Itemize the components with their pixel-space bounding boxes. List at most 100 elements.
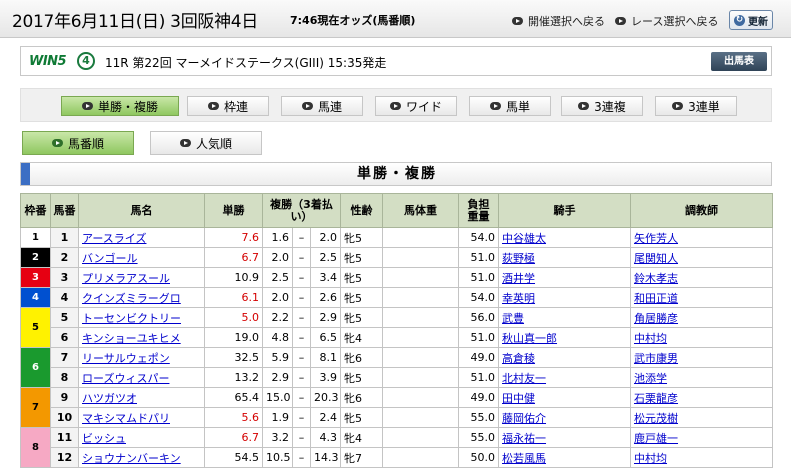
tab-quinella[interactable]: 馬連 xyxy=(281,96,363,116)
trainer-link[interactable]: 中村均 xyxy=(634,332,667,345)
horse-name-cell[interactable]: ローズウィスパー xyxy=(78,367,205,388)
jockey-cell[interactable]: 武豊 xyxy=(498,307,632,328)
jockey-cell[interactable]: 高倉稜 xyxy=(498,347,632,368)
jockey-link[interactable]: 松若風馬 xyxy=(502,452,546,465)
win-odds-cell: 5.0 xyxy=(204,307,263,328)
horse-name-cell[interactable]: プリメラアスール xyxy=(78,267,205,288)
horse-name-cell[interactable]: ビッシュ xyxy=(78,427,205,448)
sex-age-cell: 牝5 xyxy=(340,367,384,388)
jockey-link[interactable]: 田中健 xyxy=(502,392,535,405)
tab-wide[interactable]: ワイド xyxy=(375,96,457,116)
horse-name-cell[interactable]: トーセンビクトリー xyxy=(78,307,205,328)
place-odds-min-cell: 3.2 xyxy=(262,427,293,448)
trainer-cell[interactable]: 角居勝彦 xyxy=(630,307,774,328)
jockey-cell[interactable]: 田中健 xyxy=(498,387,632,408)
tab-bracket-quinella[interactable]: 枠連 xyxy=(187,96,269,116)
odds-page: 2017年6月11日(日) 3回阪神4日 7:46現在オッズ(馬番順) 開催選択… xyxy=(0,0,791,474)
horse-name-link[interactable]: ショウナンバーキン xyxy=(82,452,181,465)
trainer-cell[interactable]: 尾関知人 xyxy=(630,247,774,268)
jockey-link[interactable]: 秋山真一郎 xyxy=(502,332,557,345)
place-odds-max-cell: 3.4 xyxy=(309,267,342,288)
trainer-cell[interactable]: 鹿戸雄一 xyxy=(630,427,774,448)
horse-name-cell[interactable]: バンゴール xyxy=(78,247,205,268)
trainer-cell[interactable]: 鈴木孝志 xyxy=(630,267,774,288)
sort-by-number-tab[interactable]: 馬番順 xyxy=(22,131,134,155)
trainer-link[interactable]: 矢作芳人 xyxy=(634,232,678,245)
trainer-link[interactable]: 中村均 xyxy=(634,452,667,465)
horse-name-cell[interactable]: アースライズ xyxy=(78,227,205,248)
jockey-link[interactable]: 北村友一 xyxy=(502,372,546,385)
tab-trifecta[interactable]: 3連単 xyxy=(655,96,737,116)
trainer-cell[interactable]: 中村均 xyxy=(630,327,774,348)
horse-name-cell[interactable]: キンショーユキヒメ xyxy=(78,327,205,348)
tab-win-place[interactable]: 単勝・複勝 xyxy=(61,96,179,116)
trainer-cell[interactable]: 和田正道 xyxy=(630,287,774,308)
trainer-link[interactable]: 松元茂樹 xyxy=(634,412,678,425)
tab-exacta[interactable]: 馬単 xyxy=(469,96,551,116)
jockey-cell[interactable]: 酒井学 xyxy=(498,267,632,288)
jockey-link[interactable]: 武豊 xyxy=(502,312,524,325)
horse-name-link[interactable]: キンショーユキヒメ xyxy=(82,332,181,345)
tab-trio[interactable]: 3連複 xyxy=(561,96,643,116)
trainer-cell[interactable]: 松元茂樹 xyxy=(630,407,774,428)
jockey-link[interactable]: 福永祐一 xyxy=(502,432,546,445)
trainer-cell[interactable]: 池添学 xyxy=(630,367,774,388)
waku-cell: 7 xyxy=(20,387,51,428)
jockey-link[interactable]: 幸英明 xyxy=(502,292,535,305)
place-odds-separator: – xyxy=(292,447,311,468)
horse-name-link[interactable]: トーセンビクトリー xyxy=(82,312,181,325)
trainer-link[interactable]: 石栗龍彦 xyxy=(634,392,678,405)
trainer-link[interactable]: 和田正道 xyxy=(634,292,678,305)
jockey-cell[interactable]: 荻野極 xyxy=(498,247,632,268)
trainer-link[interactable]: 武市康男 xyxy=(634,352,678,365)
jockey-cell[interactable]: 北村友一 xyxy=(498,367,632,388)
jockey-link[interactable]: 藤岡佑介 xyxy=(502,412,546,425)
horse-name-cell[interactable]: クインズミラーグロ xyxy=(78,287,205,308)
back-to-meeting-link[interactable]: 開催選択へ戻る xyxy=(512,13,605,29)
trainer-link[interactable]: 角居勝彦 xyxy=(634,312,678,325)
horse-name-link[interactable]: バンゴール xyxy=(82,252,138,265)
horse-name-link[interactable]: クインズミラーグロ xyxy=(82,292,181,305)
jockey-cell[interactable]: 藤岡佑介 xyxy=(498,407,632,428)
horse-name-cell[interactable]: ハツガツオ xyxy=(78,387,205,408)
trainer-link[interactable]: 尾関知人 xyxy=(634,252,678,265)
horse-name-link[interactable]: マキシマムドパリ xyxy=(82,412,170,425)
horse-name-link[interactable]: ハツガツオ xyxy=(82,392,137,405)
horse-name-cell[interactable]: リーサルウェポン xyxy=(78,347,205,368)
horse-name-link[interactable]: ローズウィスパー xyxy=(82,372,169,385)
refresh-label: 更新 xyxy=(748,16,768,28)
jockey-link[interactable]: 荻野極 xyxy=(502,252,535,265)
jockey-cell[interactable]: 秋山真一郎 xyxy=(498,327,632,348)
waku-cell: 1 xyxy=(20,227,51,248)
horse-name-cell[interactable]: マキシマムドパリ xyxy=(78,407,205,428)
refresh-button[interactable]: ↻ 更新 xyxy=(729,10,773,30)
trainer-link[interactable]: 鈴木孝志 xyxy=(634,272,678,285)
jockey-link[interactable]: 高倉稜 xyxy=(502,352,535,365)
jockey-link[interactable]: 中谷雄太 xyxy=(502,232,546,245)
back-to-race-link[interactable]: レース選択へ戻る xyxy=(615,13,718,29)
sex-age-cell: 牝5 xyxy=(340,407,384,428)
race-info-bar: WIN5 4 11R 第22回 マーメイドステークス(GIII) 15:35発走… xyxy=(20,46,772,76)
trainer-cell[interactable]: 武市康男 xyxy=(630,347,774,368)
trainer-link[interactable]: 鹿戸雄一 xyxy=(634,432,678,445)
jockey-link[interactable]: 酒井学 xyxy=(502,272,535,285)
arrow-bullet-icon xyxy=(489,102,501,110)
jockey-cell[interactable]: 松若風馬 xyxy=(498,447,632,468)
jockey-cell[interactable]: 幸英明 xyxy=(498,287,632,308)
burden-weight-cell: 54.0 xyxy=(458,287,500,308)
horse-name-link[interactable]: アースライズ xyxy=(82,232,146,245)
trainer-link[interactable]: 池添学 xyxy=(634,372,667,385)
trainer-cell[interactable]: 矢作芳人 xyxy=(630,227,774,248)
sort-by-popularity-tab[interactable]: 人気順 xyxy=(150,131,262,155)
race-card-button[interactable]: 出馬表 xyxy=(711,52,767,71)
jockey-cell[interactable]: 福永祐一 xyxy=(498,427,632,448)
jockey-cell[interactable]: 中谷雄太 xyxy=(498,227,632,248)
table-row: 2 2 バンゴール 6.7 2.0–2.5 牝5 51.0 荻野極 尾関知人 xyxy=(20,247,774,268)
horse-name-link[interactable]: リーサルウェポン xyxy=(82,352,170,365)
horse-name-link[interactable]: ビッシュ xyxy=(82,432,126,445)
trainer-cell[interactable]: 石栗龍彦 xyxy=(630,387,774,408)
place-odds-separator: – xyxy=(292,287,311,308)
horse-name-link[interactable]: プリメラアスール xyxy=(82,272,170,285)
trainer-cell[interactable]: 中村均 xyxy=(630,447,774,468)
horse-name-cell[interactable]: ショウナンバーキン xyxy=(78,447,205,468)
